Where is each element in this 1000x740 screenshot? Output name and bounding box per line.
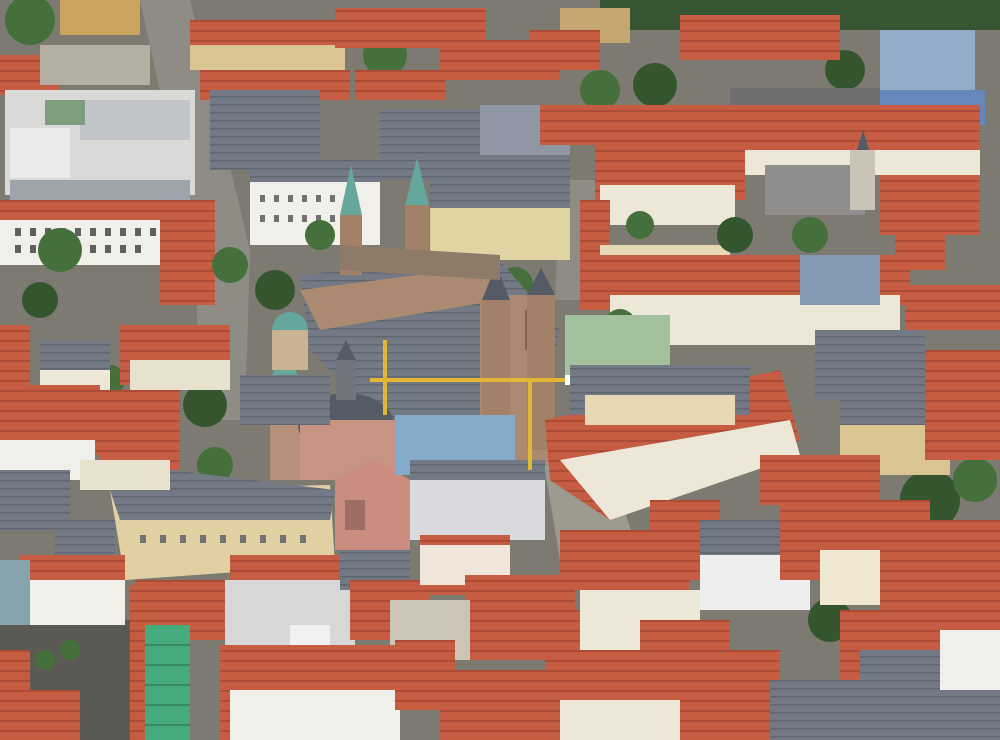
aerial-photo [0,0,1000,740]
city-aerial-illustration [0,0,1000,740]
haze-overlay [0,0,1000,740]
